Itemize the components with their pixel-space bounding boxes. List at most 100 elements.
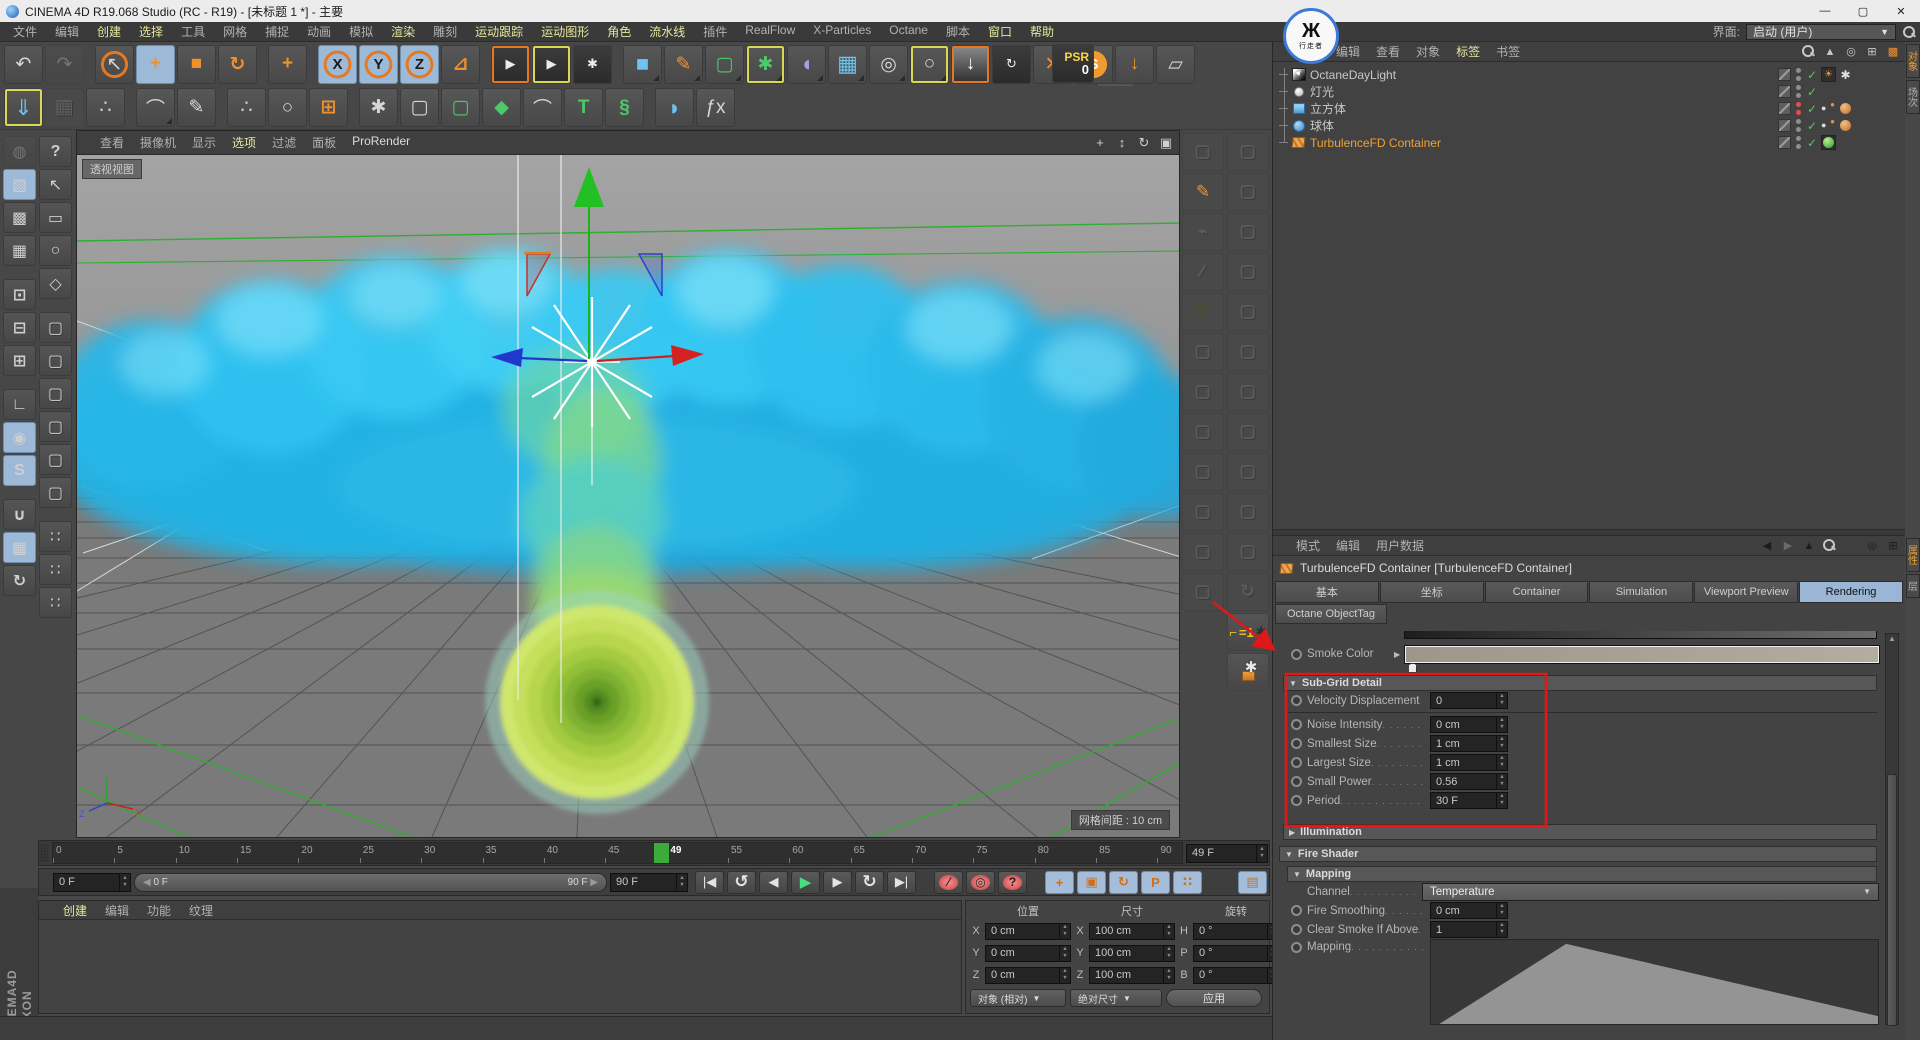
menu-item[interactable]: X-Particles bbox=[804, 21, 880, 42]
disabled-tool[interactable]: ▢ bbox=[39, 312, 72, 343]
disabled-tool[interactable]: ∷ bbox=[39, 521, 72, 552]
attribute-tab[interactable]: Viewport Preview bbox=[1694, 581, 1799, 603]
attribute-tab[interactable]: 坐标 bbox=[1379, 581, 1484, 603]
anim-dot[interactable] bbox=[1291, 776, 1302, 787]
up-icon[interactable]: ▲ bbox=[1822, 44, 1838, 60]
preview-range-slider[interactable]: ◀ 0 F 90 F ▶ bbox=[134, 872, 607, 892]
disabled-tool[interactable]: ▢ bbox=[39, 411, 72, 442]
record-options-button[interactable]: ▤ bbox=[1238, 870, 1267, 894]
spinner-icon[interactable]: ▲▼ bbox=[1496, 693, 1507, 708]
menu-item[interactable]: 用户数据 bbox=[1368, 535, 1432, 556]
autokey-button[interactable]: ◎ bbox=[966, 870, 995, 894]
workplane-align-button[interactable]: ↻ bbox=[3, 565, 36, 596]
dock-tab[interactable]: 层 bbox=[1905, 574, 1920, 598]
text-button[interactable]: T bbox=[564, 88, 603, 127]
param-field[interactable]: 0 cm ▲ ▼ bbox=[1430, 716, 1508, 733]
menu-item[interactable]: 书签 bbox=[1488, 41, 1528, 62]
layer-box[interactable] bbox=[1778, 136, 1791, 149]
circle-points-button[interactable]: ○ bbox=[268, 88, 307, 127]
rotation-field[interactable]: 0 °▲▼ bbox=[1193, 944, 1279, 962]
enabled-check-icon[interactable]: ✓ bbox=[1807, 119, 1821, 133]
next-frame-button[interactable]: ▶ bbox=[823, 870, 852, 894]
fire-shader-section-header[interactable]: ▼ Fire Shader bbox=[1279, 846, 1877, 862]
point-tool-button[interactable]: ∴ bbox=[86, 88, 125, 127]
spinner-icon[interactable]: ▲▼ bbox=[1496, 755, 1507, 770]
disabled-tool[interactable]: ▢ bbox=[1182, 333, 1224, 371]
menu-item[interactable]: 工具 bbox=[172, 21, 214, 42]
visibility-dots[interactable] bbox=[1796, 119, 1802, 132]
object-row[interactable]: 立方体 ✓ bbox=[1273, 100, 1905, 117]
menu-item[interactable]: 帮助 bbox=[1021, 21, 1063, 42]
loop-button[interactable]: ↻ bbox=[855, 870, 884, 894]
rotation-field[interactable]: 0 °▲▼ bbox=[1193, 966, 1279, 984]
enabled-check-icon[interactable]: ✓ bbox=[1807, 136, 1821, 150]
object-mode-button[interactable]: ◉ bbox=[3, 422, 36, 453]
channel-dropdown[interactable]: Temperature ▼ bbox=[1422, 882, 1879, 901]
anim-dot[interactable] bbox=[1291, 757, 1302, 768]
lock-x-button[interactable]: X bbox=[318, 44, 357, 84]
lock-y-button[interactable]: Y bbox=[359, 44, 398, 84]
polygons-mode-button[interactable]: ⊞ bbox=[3, 345, 36, 376]
points-mode-button[interactable]: ⊡ bbox=[3, 279, 36, 310]
menu-item[interactable]: 显示 bbox=[184, 132, 224, 153]
spinner-icon[interactable]: ▲▼ bbox=[1496, 717, 1507, 732]
param-field[interactable]: 0 cm ▲ ▼ bbox=[1430, 902, 1508, 919]
position-field[interactable]: 0 cm ▲ ▼ bbox=[985, 922, 1071, 940]
menu-item[interactable]: 渲染 bbox=[382, 21, 424, 42]
live-selection-button[interactable]: ↖ bbox=[95, 44, 134, 84]
undo-button[interactable]: ↶ bbox=[4, 44, 43, 84]
spinner-icon[interactable]: ▲▼ bbox=[1163, 967, 1174, 983]
minimize-button[interactable]: — bbox=[1806, 0, 1844, 22]
mapping-curve-widget[interactable] bbox=[1430, 939, 1879, 1025]
disabled-tool[interactable]: ▢ bbox=[1227, 173, 1269, 211]
disabled-tool[interactable]: ▢ bbox=[39, 444, 72, 475]
subgrid-section-header[interactable]: ▼ Sub-Grid Detail bbox=[1283, 675, 1877, 691]
lasso-select-button[interactable]: ○ bbox=[39, 235, 72, 266]
spinner-icon[interactable]: ▲▼ bbox=[1496, 922, 1507, 937]
disabled-tool[interactable]: ▢ bbox=[1227, 293, 1269, 331]
menu-item[interactable]: 选项 bbox=[224, 132, 264, 153]
range-start-field[interactable]: 0 F ▲ ▼ bbox=[53, 872, 131, 892]
size-field[interactable]: 100 cm ▲ ▼ bbox=[1089, 966, 1175, 984]
deformer-button[interactable]: ◖ bbox=[787, 44, 826, 84]
search-icon[interactable] bbox=[1902, 25, 1916, 39]
fx-button[interactable]: ƒx bbox=[696, 88, 735, 127]
object-row[interactable]: OctaneDayLight ✓ ☀✱ bbox=[1273, 66, 1905, 83]
pan-icon[interactable]: + bbox=[1091, 134, 1109, 152]
lock-z-button[interactable]: Z bbox=[400, 44, 439, 84]
move-button[interactable]: + bbox=[136, 44, 175, 84]
spinner-icon[interactable]: ▲▼ bbox=[1496, 793, 1507, 808]
dock-tab[interactable]: 对象 bbox=[1905, 44, 1920, 78]
anim-dot[interactable] bbox=[1291, 795, 1302, 806]
disabled-tool[interactable]: ▢ bbox=[1182, 133, 1224, 171]
menu-item[interactable]: 雕刻 bbox=[424, 21, 466, 42]
menu-item[interactable]: 创建 bbox=[88, 21, 130, 42]
object-row[interactable]: 灯光 ✓ bbox=[1273, 83, 1905, 100]
disabled-tool[interactable]: ▢ bbox=[1227, 213, 1269, 251]
layer-box[interactable] bbox=[1778, 85, 1791, 98]
spline-pen-button[interactable]: ✎ bbox=[664, 44, 703, 84]
knife-tool-button[interactable]: ✎ bbox=[1182, 173, 1224, 211]
key-scale-button[interactable]: ▣ bbox=[1077, 870, 1106, 894]
param-field[interactable]: 1 cm ▲ ▼ bbox=[1430, 754, 1508, 771]
axis-mode-button[interactable]: ∟ bbox=[3, 389, 36, 420]
anim-dot[interactable] bbox=[1291, 738, 1302, 749]
mograph-button[interactable]: ✱ bbox=[746, 44, 785, 84]
poly-select-button[interactable]: ◇ bbox=[39, 268, 72, 299]
disabled-tool[interactable]: ▢ bbox=[1227, 373, 1269, 411]
subdivision-surface-button[interactable]: ▢ bbox=[705, 44, 744, 84]
enabled-check-icon[interactable]: ✓ bbox=[1807, 85, 1821, 99]
tfd-emitter-tag-icon[interactable] bbox=[1821, 117, 1836, 133]
menu-item[interactable]: 动画 bbox=[298, 21, 340, 42]
sweep-button[interactable]: § bbox=[605, 88, 644, 127]
reset-scale-button[interactable]: ⌐ =1 ✱ bbox=[1227, 613, 1269, 651]
size-field[interactable]: 100 cm ▲ ▼ bbox=[1089, 944, 1175, 962]
texture-mode-button[interactable]: ▩ bbox=[3, 202, 36, 233]
workplane-axis-button[interactable]: ⇓ bbox=[4, 88, 43, 127]
project-settings-button[interactable]: ✱ bbox=[1227, 653, 1269, 691]
layer-box[interactable] bbox=[1778, 102, 1791, 115]
spinner-icon[interactable]: ▲▼ bbox=[1256, 844, 1267, 862]
close-button[interactable]: ✕ bbox=[1882, 0, 1920, 22]
render-picture-viewer-button[interactable]: ▶ bbox=[532, 44, 571, 84]
key-pla-button[interactable]: ∷ bbox=[1173, 870, 1202, 894]
